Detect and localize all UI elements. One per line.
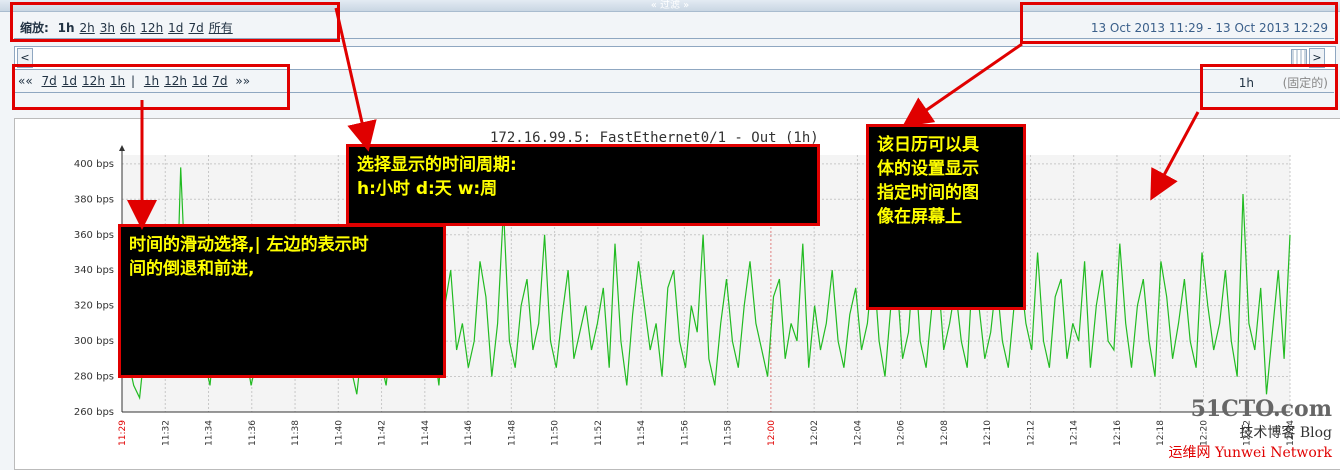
note-zoom-line-2: h:小时 d:天 w:周 <box>357 179 498 199</box>
note-slide-line-1: 时间的滑动选择,| 左边的表示时 <box>129 235 369 255</box>
x-tick-label: 12:00 <box>767 420 777 446</box>
watermark-blog: Blog <box>1299 425 1332 441</box>
note-zoom-periods: 选择显示的时间周期: h:小时 d:天 w:周 <box>346 144 820 226</box>
watermark-sub: 技术博客 <box>1239 425 1296 441</box>
highlight-period <box>1200 64 1338 110</box>
note-cal-line-3: 指定时间的图 <box>877 183 979 203</box>
note-cal-line-2: 体的设置显示 <box>877 159 979 179</box>
x-tick-label: 11:56 <box>680 420 690 446</box>
watermark-main: 51CTO.com <box>1190 396 1332 422</box>
x-tick-label: 12:16 <box>1113 420 1123 446</box>
y-tick-label: 300 bps <box>74 336 114 347</box>
site-watermark: 51CTO.com 技术博客 Blog 运维网 Yunwei Network <box>1169 396 1332 462</box>
y-axis-arrow <box>119 145 125 151</box>
x-tick-label: 11:50 <box>551 420 561 446</box>
x-tick-label: 12:06 <box>897 420 907 446</box>
note-slide-line-2: 间的倒退和前进, <box>129 259 255 279</box>
highlight-range <box>1020 2 1338 44</box>
x-tick-label: 12:10 <box>983 420 993 446</box>
y-tick-label: 260 bps <box>74 407 114 418</box>
y-tick-label: 380 bps <box>74 194 114 205</box>
note-cal-line-1: 该日历可以具 <box>877 135 979 155</box>
x-tick-label: 11:38 <box>291 420 301 446</box>
x-tick-label: 12:14 <box>1070 420 1080 446</box>
x-tick-label: 11:46 <box>464 420 474 446</box>
x-tick-label: 11:34 <box>205 420 215 446</box>
x-tick-label: 11:52 <box>594 420 604 446</box>
y-tick-label: 400 bps <box>74 159 114 170</box>
x-tick-label: 11:48 <box>507 420 517 446</box>
x-tick-label: 11:29 <box>118 420 128 446</box>
note-zoom-line-1: 选择显示的时间周期: <box>357 155 517 175</box>
highlight-zoom <box>10 2 340 42</box>
x-tick-label: 12:18 <box>1156 420 1166 446</box>
x-tick-label: 11:42 <box>378 420 388 446</box>
y-tick-label: 280 bps <box>74 372 114 383</box>
x-tick-label: 11:40 <box>334 420 344 446</box>
x-tick-label: 11:32 <box>161 420 171 446</box>
x-tick-label: 12:04 <box>853 420 863 446</box>
x-tick-label: 11:44 <box>421 420 431 446</box>
highlight-nav <box>12 64 290 110</box>
x-tick-label: 12:02 <box>810 420 820 446</box>
x-tick-label: 11:58 <box>724 420 734 446</box>
x-tick-label: 11:54 <box>637 420 647 446</box>
y-tick-label: 360 bps <box>74 230 114 241</box>
y-tick-label: 340 bps <box>74 265 114 276</box>
note-slide: 时间的滑动选择,| 左边的表示时 间的倒退和前进, <box>118 224 446 378</box>
y-tick-label: 320 bps <box>74 301 114 312</box>
note-calendar: 该日历可以具 体的设置显示 指定时间的图 像在屏幕上 <box>866 124 1026 310</box>
x-tick-label: 12:12 <box>1026 420 1036 446</box>
x-tick-label: 12:08 <box>940 420 950 446</box>
watermark-brand: 运维网 <box>1168 445 1211 461</box>
watermark-footer: Yunwei Network <box>1214 445 1332 461</box>
note-cal-line-4: 像在屏幕上 <box>877 207 962 227</box>
x-tick-label: 11:36 <box>248 420 258 446</box>
